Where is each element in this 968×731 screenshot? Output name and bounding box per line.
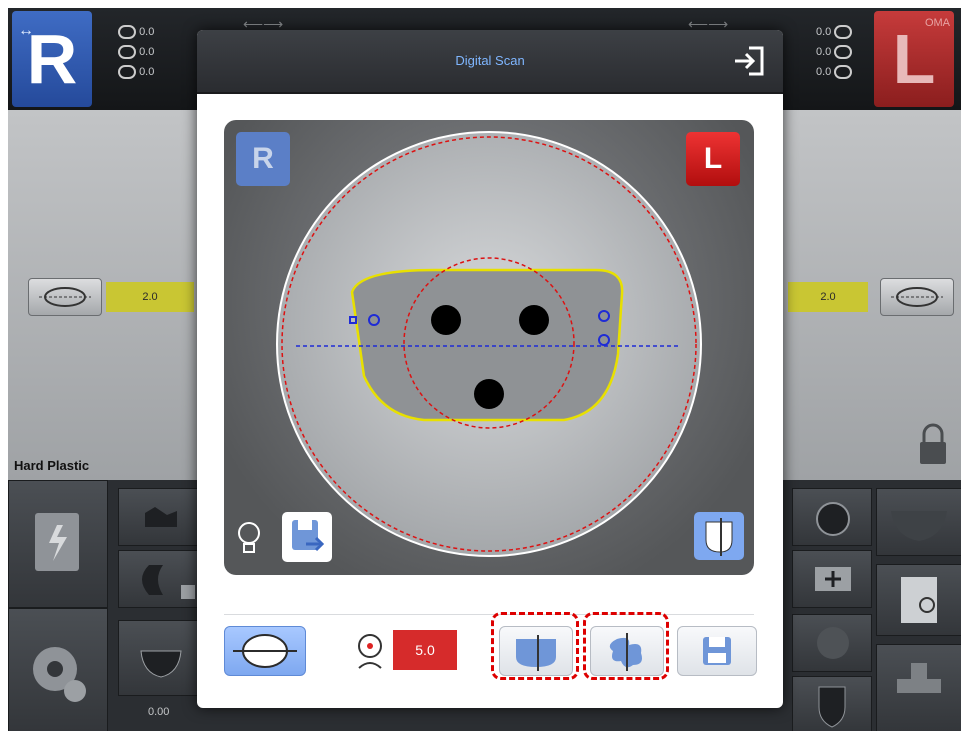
lens-view-button[interactable] bbox=[694, 512, 744, 560]
right-tile-6[interactable] bbox=[876, 564, 961, 636]
lens-icon bbox=[118, 65, 136, 80]
frame-trace-button[interactable] bbox=[224, 626, 306, 676]
rotate-icon bbox=[834, 45, 853, 60]
left-axis-value: 0.0 bbox=[816, 46, 832, 58]
digital-scan-dialog: Digital Scan R L 5.0 bbox=[197, 30, 783, 708]
light-bulb-icon[interactable] bbox=[234, 518, 264, 558]
right-axis-row: 0.0 bbox=[118, 22, 178, 42]
job-tile[interactable] bbox=[8, 480, 108, 608]
right-tile-1[interactable] bbox=[792, 488, 872, 546]
right-tile-7[interactable] bbox=[876, 644, 961, 731]
save-export-icon bbox=[292, 520, 325, 552]
frame-tile-3[interactable] bbox=[118, 620, 204, 696]
swap-icon[interactable]: ↔ bbox=[18, 8, 34, 79]
dialog-title: Digital Scan bbox=[455, 53, 525, 68]
half-lens-icon bbox=[516, 635, 556, 671]
shield-icon bbox=[818, 686, 846, 728]
left-axes: 0.0 0.0 0.0 bbox=[816, 22, 876, 82]
offset-icon bbox=[355, 628, 385, 672]
right-eye-button[interactable]: R ↔ bbox=[12, 11, 92, 107]
tilt-icon bbox=[834, 25, 853, 40]
scan-image bbox=[276, 131, 702, 557]
scan-view[interactable]: R L bbox=[224, 120, 754, 575]
left-axis-value: 0.0 bbox=[816, 66, 832, 78]
frame-trace-icon bbox=[233, 634, 297, 668]
holder-icon bbox=[897, 663, 941, 693]
freeform-button[interactable] bbox=[590, 626, 664, 676]
bevel-left-value[interactable]: 2.0 bbox=[106, 282, 194, 312]
bevel-right-value[interactable]: 2.0 bbox=[788, 282, 868, 312]
bevel-type-icon bbox=[142, 565, 195, 599]
save-button[interactable] bbox=[677, 626, 757, 676]
right-axes: 0.0 0.0 0.0 bbox=[118, 22, 178, 82]
bottom-value: 0.00 bbox=[148, 706, 170, 718]
frame-tile-2[interactable] bbox=[118, 550, 204, 608]
polish-icon bbox=[140, 650, 182, 678]
right-tile-4[interactable] bbox=[792, 676, 872, 731]
left-axis-row: 0.0 bbox=[816, 62, 876, 82]
door-icon bbox=[901, 577, 937, 623]
bevel-right-button[interactable] bbox=[880, 278, 954, 316]
edit-shape-button[interactable] bbox=[499, 626, 573, 676]
oma-tag: OMA bbox=[924, 17, 950, 29]
exit-button[interactable] bbox=[731, 42, 769, 80]
add-hole-icon bbox=[815, 567, 851, 591]
right-tile-3[interactable] bbox=[792, 614, 872, 672]
toolbar-divider bbox=[224, 614, 754, 615]
right-eye-label: R bbox=[26, 20, 78, 98]
right-axis-row: 0.0 bbox=[118, 62, 178, 82]
r-select-button[interactable]: R bbox=[236, 132, 290, 186]
left-axis-row: 0.0 bbox=[816, 42, 876, 62]
offset-value[interactable]: 5.0 bbox=[393, 630, 457, 670]
exit-icon bbox=[735, 46, 764, 76]
left-axis-row: 0.0 bbox=[816, 22, 876, 42]
report-icon bbox=[35, 513, 79, 571]
hand-icon bbox=[817, 627, 849, 659]
right-tile-5[interactable] bbox=[876, 488, 961, 556]
frame-shape-icon bbox=[145, 507, 177, 527]
lens-tray-icon bbox=[891, 511, 947, 541]
right-tile-2[interactable] bbox=[792, 550, 872, 608]
material-label: Hard Plastic bbox=[14, 458, 90, 473]
save-icon bbox=[703, 637, 731, 665]
drill-icon bbox=[816, 502, 850, 536]
freeform-shape-icon bbox=[609, 633, 642, 671]
tilt-icon bbox=[118, 25, 136, 40]
lock-icon[interactable] bbox=[916, 422, 950, 466]
right-axis-value: 0.0 bbox=[139, 46, 155, 58]
bevel-icon bbox=[39, 287, 91, 307]
rotate-icon bbox=[118, 45, 136, 60]
bevel-left-button[interactable] bbox=[28, 278, 102, 316]
settings-tile[interactable] bbox=[8, 608, 108, 731]
right-axis-value: 0.0 bbox=[139, 26, 155, 38]
left-eye-button[interactable]: L OMA bbox=[874, 11, 954, 107]
frame-tile-1[interactable] bbox=[118, 488, 204, 546]
gear-icon bbox=[33, 647, 86, 702]
right-axis-value: 0.0 bbox=[139, 66, 155, 78]
lens-icon bbox=[834, 65, 853, 80]
right-axis-row: 0.0 bbox=[118, 42, 178, 62]
lens-shape-icon bbox=[705, 518, 733, 556]
l-select-button[interactable]: L bbox=[686, 132, 740, 186]
bevel-icon bbox=[891, 287, 943, 307]
left-axis-value: 0.0 bbox=[816, 26, 832, 38]
save-scan-button[interactable] bbox=[282, 512, 332, 562]
